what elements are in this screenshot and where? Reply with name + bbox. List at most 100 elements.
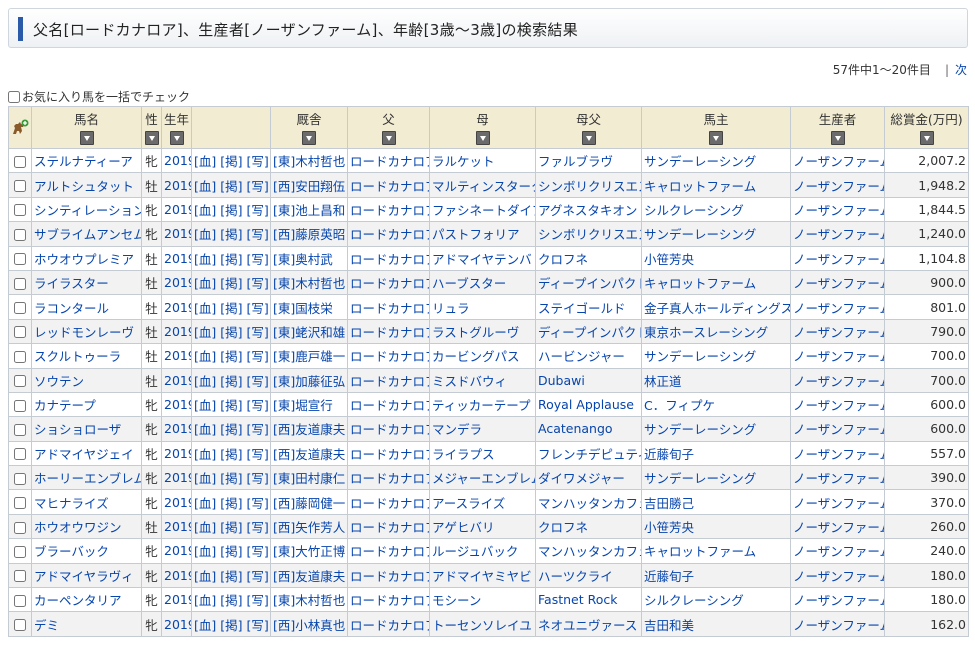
- horse-links[interactable]: [血] [掲] [写]: [191, 221, 271, 247]
- favorite-checkbox[interactable]: [14, 180, 26, 193]
- favorite-checkbox[interactable]: [14, 277, 26, 290]
- listing-link[interactable]: [掲]: [220, 203, 242, 218]
- photo-link[interactable]: [写]: [247, 276, 269, 291]
- sort-down-icon[interactable]: [919, 131, 934, 145]
- listing-link[interactable]: [掲]: [220, 569, 242, 584]
- trainer-link[interactable]: [東]鹿戸雄一: [270, 343, 348, 369]
- sire-link[interactable]: ロードカナロア: [347, 343, 430, 369]
- damsire-link[interactable]: マンハッタンカフェ: [535, 489, 642, 515]
- dam-link[interactable]: メジャーエンブレム: [429, 465, 536, 491]
- dam-link[interactable]: ミスドバウィ: [429, 367, 536, 393]
- check-all[interactable]: お気に入り馬を一括でチェック: [8, 88, 190, 105]
- dam-link[interactable]: ラストグルーヴ: [429, 318, 536, 345]
- horse-birth-year[interactable]: 2019: [161, 367, 192, 393]
- horse-links[interactable]: [血] [掲] [写]: [191, 245, 271, 271]
- horse-links[interactable]: [血] [掲] [写]: [191, 147, 271, 174]
- photo-link[interactable]: [写]: [247, 447, 269, 462]
- sire-link[interactable]: ロードカナロア: [347, 269, 430, 296]
- trainer-link[interactable]: [東]木村哲也: [270, 587, 348, 613]
- trainer-link[interactable]: [西]矢作芳人: [270, 513, 348, 540]
- breeder-link[interactable]: ノーザンファーム: [790, 562, 885, 589]
- favorite-checkbox[interactable]: [14, 472, 26, 485]
- breeder-link[interactable]: ノーザンファーム: [790, 513, 885, 540]
- pedigree-link[interactable]: [血]: [194, 154, 216, 169]
- breeder-link[interactable]: ノーザンファーム: [790, 147, 885, 174]
- horse-birth-year[interactable]: 2019: [161, 538, 192, 564]
- favorite-checkbox[interactable]: [14, 570, 26, 583]
- photo-link[interactable]: [写]: [247, 203, 269, 218]
- trainer-link[interactable]: [西]友道康夫: [270, 562, 348, 589]
- damsire-link[interactable]: シンボリクリスエス: [535, 172, 642, 198]
- listing-link[interactable]: [掲]: [220, 325, 242, 340]
- pedigree-link[interactable]: [血]: [194, 593, 216, 608]
- sire-link[interactable]: ロードカナロア: [347, 245, 430, 271]
- pedigree-link[interactable]: [血]: [194, 374, 216, 389]
- horse-name-link[interactable]: ステルナティーア: [31, 147, 142, 174]
- horse-links[interactable]: [血] [掲] [写]: [191, 196, 271, 223]
- photo-link[interactable]: [写]: [247, 422, 269, 437]
- horse-name-link[interactable]: カナテープ: [31, 391, 142, 418]
- horse-name-link[interactable]: ホウオウプレミア: [31, 245, 142, 271]
- horse-birth-year[interactable]: 2019: [161, 269, 192, 296]
- sire-link[interactable]: ロードカナロア: [347, 440, 430, 467]
- breeder-link[interactable]: ノーザンファーム: [790, 587, 885, 613]
- dam-link[interactable]: ライラプス: [429, 440, 536, 467]
- horse-name-link[interactable]: ソウテン: [31, 367, 142, 393]
- breeder-link[interactable]: ノーザンファーム: [790, 489, 885, 515]
- horse-birth-year[interactable]: 2019: [161, 416, 192, 442]
- owner-link[interactable]: キャロットファーム: [641, 538, 791, 564]
- photo-link[interactable]: [写]: [247, 301, 269, 316]
- horse-links[interactable]: [血] [掲] [写]: [191, 587, 271, 613]
- horse-name-link[interactable]: ラコンタール: [31, 294, 142, 320]
- trainer-link[interactable]: [東]大竹正博: [270, 538, 348, 564]
- horse-name-link[interactable]: アドマイヤジェイ: [31, 440, 142, 467]
- horse-links[interactable]: [血] [掲] [写]: [191, 343, 271, 369]
- listing-link[interactable]: [掲]: [220, 301, 242, 316]
- sire-link[interactable]: ロードカナロア: [347, 318, 430, 345]
- owner-link[interactable]: 吉田勝己: [641, 489, 791, 515]
- photo-link[interactable]: [写]: [247, 325, 269, 340]
- pedigree-link[interactable]: [血]: [194, 447, 216, 462]
- horse-name-link[interactable]: ホウオウワジン: [31, 513, 142, 540]
- breeder-link[interactable]: ノーザンファーム: [790, 416, 885, 442]
- dam-link[interactable]: アースライズ: [429, 489, 536, 515]
- sort-down-icon[interactable]: [79, 131, 94, 145]
- breeder-link[interactable]: ノーザンファーム: [790, 343, 885, 369]
- breeder-link[interactable]: ノーザンファーム: [790, 294, 885, 320]
- breeder-link[interactable]: ノーザンファーム: [790, 172, 885, 198]
- horse-name-link[interactable]: アドマイヤラヴィ: [31, 562, 142, 589]
- breeder-link[interactable]: ノーザンファーム: [790, 269, 885, 296]
- trainer-link[interactable]: [東]田村康仁: [270, 465, 348, 491]
- favorite-checkbox[interactable]: [14, 326, 26, 339]
- damsire-link[interactable]: ハーツクライ: [535, 562, 642, 589]
- trainer-link[interactable]: [東]国枝栄: [270, 294, 348, 320]
- pedigree-link[interactable]: [血]: [194, 618, 216, 633]
- horse-birth-year[interactable]: 2019: [161, 489, 192, 515]
- pedigree-link[interactable]: [血]: [194, 496, 216, 511]
- owner-link[interactable]: サンデーレーシング: [641, 465, 791, 491]
- owner-link[interactable]: 林正道: [641, 367, 791, 393]
- horse-name-link[interactable]: ホーリーエンブレム: [31, 465, 142, 491]
- pedigree-link[interactable]: [血]: [194, 520, 216, 535]
- dam-link[interactable]: マルティンスターク: [429, 172, 536, 198]
- sort-down-icon[interactable]: [709, 131, 723, 145]
- damsire-link[interactable]: ディープインパクト: [535, 269, 642, 296]
- horse-birth-year[interactable]: 2019: [161, 343, 192, 369]
- favorite-checkbox[interactable]: [14, 204, 26, 217]
- breeder-link[interactable]: ノーザンファーム: [790, 196, 885, 223]
- horse-birth-year[interactable]: 2019: [161, 562, 192, 589]
- dam-link[interactable]: ティッカーテープ: [429, 391, 536, 418]
- damsire-link[interactable]: Royal Applause: [535, 391, 642, 418]
- damsire-link[interactable]: ネオユニヴァース: [535, 611, 642, 637]
- owner-link[interactable]: シルクレーシング: [641, 587, 791, 613]
- horse-birth-year[interactable]: 2019: [161, 440, 192, 467]
- sire-link[interactable]: ロードカナロア: [347, 367, 430, 393]
- sort-down-icon[interactable]: [169, 131, 184, 145]
- favorite-checkbox[interactable]: [14, 228, 26, 241]
- damsire-link[interactable]: フレンチデピュティ: [535, 440, 642, 467]
- owner-link[interactable]: C．フィプケ: [641, 391, 791, 418]
- horse-birth-year[interactable]: 2019: [161, 391, 192, 418]
- pedigree-link[interactable]: [血]: [194, 276, 216, 291]
- horse-links[interactable]: [血] [掲] [写]: [191, 440, 271, 467]
- horse-name-link[interactable]: マヒナライズ: [31, 489, 142, 515]
